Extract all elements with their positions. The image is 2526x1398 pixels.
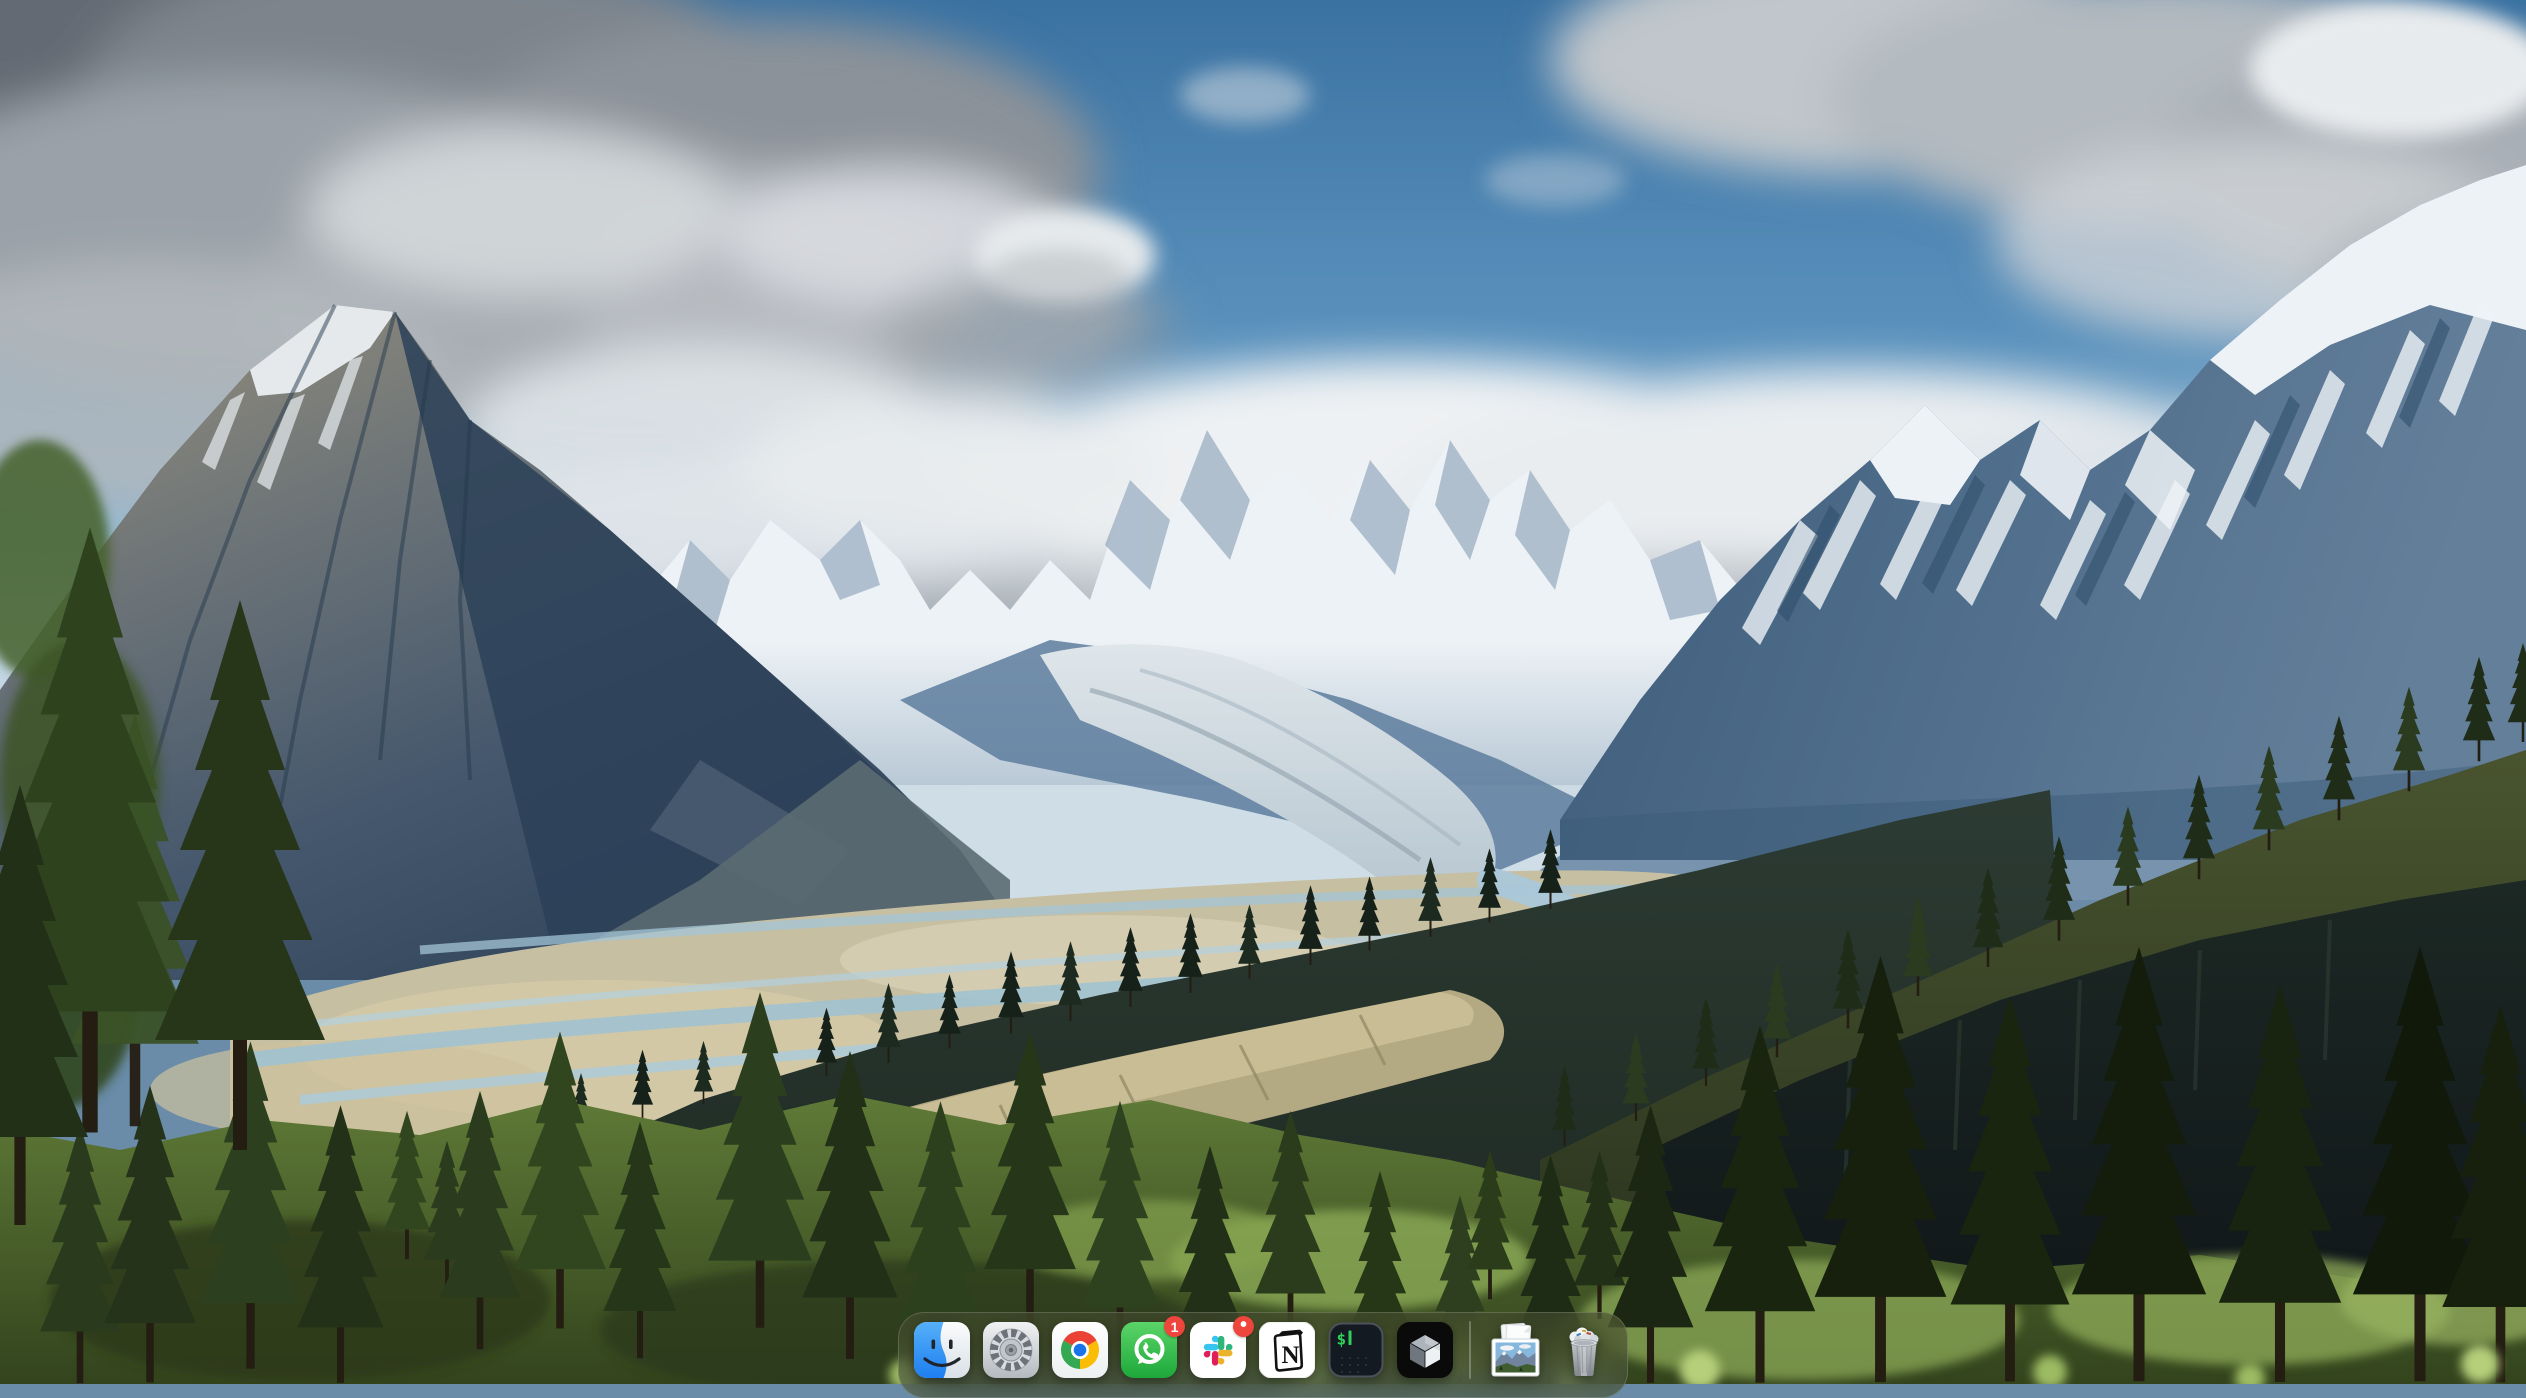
terminal-icon: $	[1328, 1322, 1384, 1378]
terminal-prompt: $	[1337, 1330, 1347, 1349]
chrome-icon	[1052, 1322, 1108, 1378]
whatsapp-badge: 1	[1164, 1316, 1185, 1337]
notion-letter: N	[1282, 1342, 1300, 1369]
dock-item-google-chrome[interactable]	[1052, 1322, 1108, 1378]
wallpaper-image	[0, 0, 2526, 1384]
dock-item-photos-stack[interactable]	[1487, 1322, 1543, 1378]
terminal-cursor	[1349, 1331, 1352, 1346]
dock-item-notion[interactable]: N	[1259, 1322, 1315, 1378]
cursor-cube-icon	[1397, 1322, 1453, 1378]
dock-item-finder[interactable]	[914, 1322, 970, 1378]
dock-item-whatsapp[interactable]: 1	[1121, 1322, 1177, 1378]
dock-item-terminal[interactable]: $	[1328, 1322, 1384, 1378]
dock-item-system-settings[interactable]	[983, 1322, 1039, 1378]
slack-badge: •	[1233, 1316, 1254, 1337]
desktop-wallpaper	[0, 0, 2526, 1384]
finder-icon	[914, 1322, 970, 1378]
notion-icon: N	[1259, 1322, 1315, 1378]
dock-separator	[1469, 1321, 1471, 1379]
photo-stack-icon	[1487, 1322, 1543, 1378]
dock-item-slack[interactable]: •	[1190, 1322, 1246, 1378]
trash-full-icon	[1556, 1322, 1612, 1378]
dock-item-trash[interactable]	[1556, 1322, 1612, 1378]
dock: 1 • N	[898, 1312, 1628, 1398]
dock-item-cursor[interactable]	[1397, 1322, 1453, 1378]
gear-icon	[983, 1322, 1039, 1378]
